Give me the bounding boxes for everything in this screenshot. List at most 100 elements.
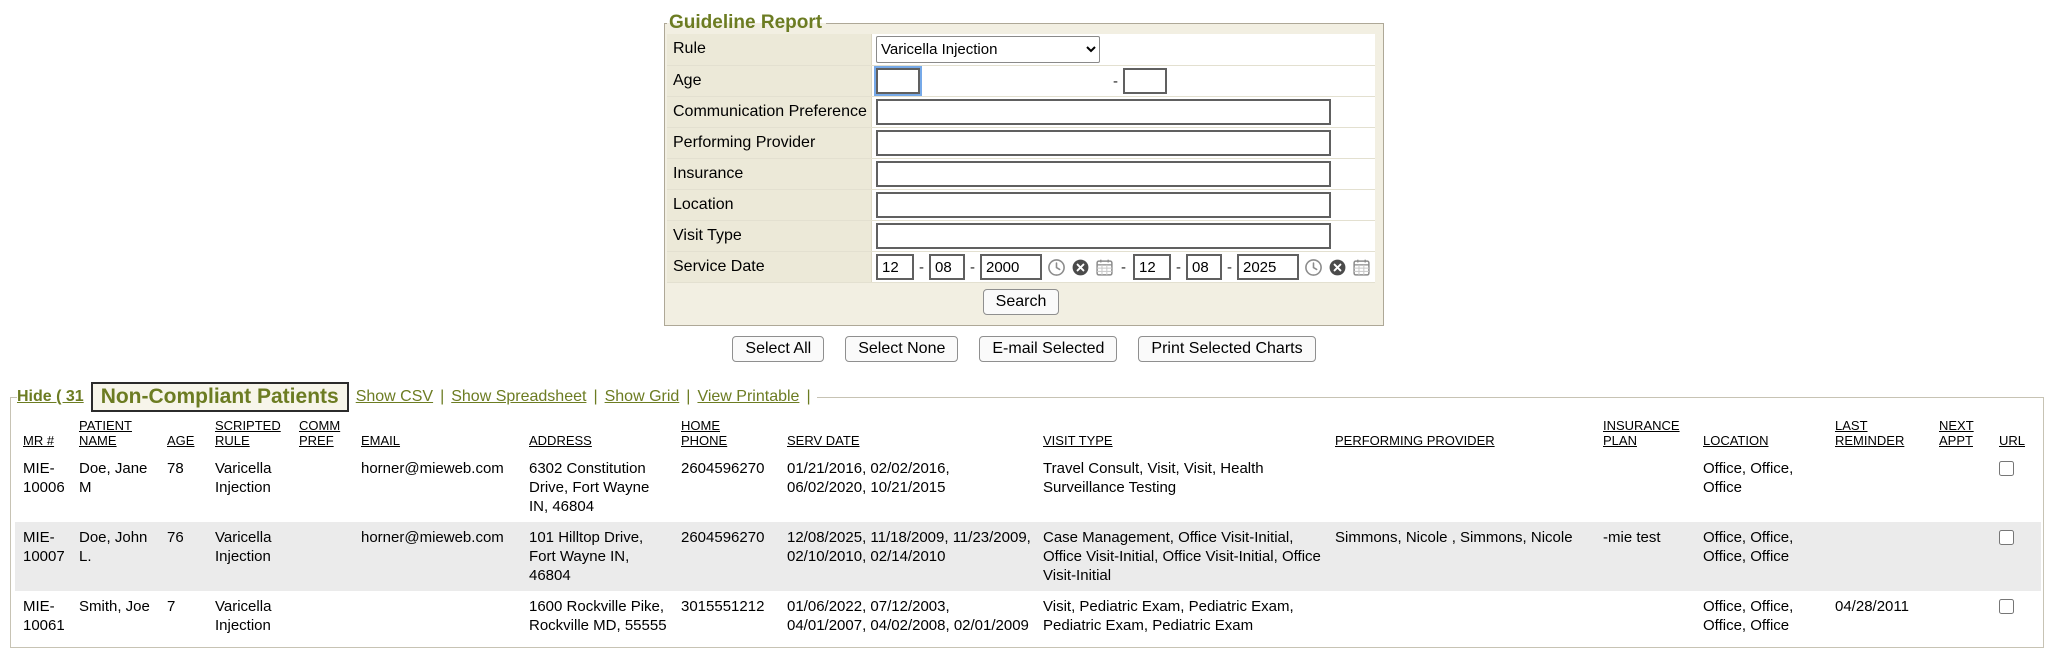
section-title: Non-Compliant Patients	[91, 382, 349, 412]
hide-link[interactable]: Hide ( 31	[17, 388, 84, 406]
col-header-mr: MR #	[15, 416, 79, 453]
cell-comm-pref	[299, 522, 361, 591]
service-date-to-clear-icon[interactable]	[1328, 258, 1347, 277]
cell-address: 1600 Rockville Pike, Rockville MD, 55555	[529, 591, 681, 641]
cell-next-appt	[1939, 591, 1999, 641]
guideline-report-section: Guideline Report Rule Varicella Injectio…	[0, 0, 2048, 326]
age-to-input[interactable]	[1123, 68, 1167, 94]
cell-serv-date: 12/08/2025, 11/18/2009, 11/23/2009, 02/1…	[787, 522, 1043, 591]
performing-provider-input[interactable]	[876, 130, 1331, 156]
visit-type-label: Visit Type	[667, 221, 872, 251]
performing-provider-label: Performing Provider	[667, 128, 872, 158]
patient-row: MIE-10007 Doe, John L. 76 Varicella Inje…	[15, 522, 2041, 591]
link-separator: |	[806, 388, 810, 406]
col-header-scripted-rule: SCRIPTED RULE	[215, 416, 299, 453]
form-row-age: Age -	[667, 66, 1375, 97]
cell-insurance-plan	[1603, 591, 1703, 641]
sort-link-next-appt[interactable]: NEXT APPT	[1939, 418, 1989, 448]
non-compliant-patients-legend: Hide ( 31 Non-Compliant Patients Show CS…	[17, 382, 817, 412]
service-date-from-calendar-icon[interactable]	[1095, 258, 1114, 277]
service-date-to-time-icon[interactable]	[1304, 258, 1323, 277]
date-part-dash: -	[1173, 259, 1184, 276]
sort-link-age[interactable]: AGE	[167, 433, 194, 448]
cell-serv-date: 01/06/2022, 07/12/2003, 04/01/2007, 04/0…	[787, 591, 1043, 641]
cell-home-phone: 2604596270	[681, 453, 787, 522]
age-from-input[interactable]	[876, 68, 920, 94]
row-select-checkbox[interactable]	[1999, 530, 2014, 545]
sort-link-insurance-plan[interactable]: INSURANCE PLAN	[1603, 418, 1683, 448]
col-header-age: AGE	[167, 416, 215, 453]
cell-visit-type: Travel Consult, Visit, Visit, Health Sur…	[1043, 453, 1335, 522]
insurance-input[interactable]	[876, 161, 1331, 187]
date-part-dash: -	[1224, 259, 1235, 276]
row-select-checkbox[interactable]	[1999, 461, 2014, 476]
col-header-next-appt: NEXT APPT	[1939, 416, 1999, 453]
form-row-communication-preference: Communication Preference	[667, 97, 1375, 128]
sort-link-performing-provider[interactable]: PERFORMING PROVIDER	[1335, 433, 1495, 448]
cell-email	[361, 591, 529, 641]
service-date-to-year-input[interactable]	[1237, 254, 1299, 280]
show-spreadsheet-link[interactable]: Show Spreadsheet	[451, 388, 586, 406]
cell-last-reminder: 04/28/2011	[1835, 591, 1939, 641]
cell-patient-name: Doe, Jane M	[79, 453, 167, 522]
cell-performing-provider	[1335, 453, 1603, 522]
cell-next-appt	[1939, 453, 1999, 522]
selection-actions: Select All Select None E-mail Selected P…	[0, 336, 2048, 362]
cell-last-reminder	[1835, 522, 1939, 591]
communication-preference-input[interactable]	[876, 99, 1331, 125]
service-date-to-day-input[interactable]	[1186, 254, 1222, 280]
sort-link-url[interactable]: URL	[1999, 433, 2025, 448]
service-date-to-calendar-icon[interactable]	[1352, 258, 1371, 277]
location-input[interactable]	[876, 192, 1331, 218]
email-selected-button[interactable]: E-mail Selected	[979, 336, 1117, 362]
cell-insurance-plan	[1603, 453, 1703, 522]
insurance-label: Insurance	[667, 159, 872, 189]
cell-home-phone: 3015551212	[681, 591, 787, 641]
sort-link-email[interactable]: EMAIL	[361, 433, 400, 448]
view-printable-link[interactable]: View Printable	[697, 388, 799, 406]
rule-select[interactable]: Varicella Injection	[876, 36, 1100, 63]
service-date-label: Service Date	[667, 252, 872, 282]
cell-performing-provider: Simmons, Nicole , Simmons, Nicole	[1335, 522, 1603, 591]
print-selected-charts-button[interactable]: Print Selected Charts	[1138, 336, 1315, 362]
sort-link-visit-type[interactable]: VISIT TYPE	[1043, 433, 1113, 448]
visit-type-input[interactable]	[876, 223, 1331, 249]
row-select-checkbox[interactable]	[1999, 599, 2014, 614]
service-date-from-month-input[interactable]	[876, 254, 914, 280]
col-header-comm-pref: COMM PREF	[299, 416, 361, 453]
service-date-from-time-icon[interactable]	[1047, 258, 1066, 277]
cell-last-reminder	[1835, 453, 1939, 522]
form-row-performing-provider: Performing Provider	[667, 128, 1375, 159]
col-header-email: EMAIL	[361, 416, 529, 453]
service-date-from-clear-icon[interactable]	[1071, 258, 1090, 277]
col-header-address: ADDRESS	[529, 416, 681, 453]
service-date-from-day-input[interactable]	[929, 254, 965, 280]
location-label: Location	[667, 190, 872, 220]
sort-link-last-reminder[interactable]: LAST REMINDER	[1835, 418, 1907, 448]
sort-link-serv-date[interactable]: SERV DATE	[787, 433, 859, 448]
select-all-button[interactable]: Select All	[732, 336, 824, 362]
sort-link-mr[interactable]: MR #	[23, 433, 54, 448]
cell-address: 101 Hilltop Drive, Fort Wayne IN, 46804	[529, 522, 681, 591]
select-none-button[interactable]: Select None	[845, 336, 958, 362]
search-button[interactable]: Search	[983, 289, 1060, 315]
sort-link-scripted-rule[interactable]: SCRIPTED RULE	[215, 418, 289, 448]
cell-patient-name: Doe, John L.	[79, 522, 167, 591]
col-header-insurance-plan: INSURANCE PLAN	[1603, 416, 1703, 453]
service-date-from-year-input[interactable]	[980, 254, 1042, 280]
cell-serv-date: 01/21/2016, 02/02/2016, 06/02/2020, 10/2…	[787, 453, 1043, 522]
sort-link-location[interactable]: LOCATION	[1703, 433, 1769, 448]
cell-insurance-plan: -mie test	[1603, 522, 1703, 591]
sort-link-home-phone[interactable]: HOME PHONE	[681, 418, 733, 448]
cell-visit-type: Visit, Pediatric Exam, Pediatric Exam, P…	[1043, 591, 1335, 641]
sort-link-patient-name[interactable]: PATIENT NAME	[79, 418, 141, 448]
cell-scripted-rule: Varicella Injection	[215, 453, 299, 522]
sort-link-address[interactable]: ADDRESS	[529, 433, 592, 448]
form-row-visit-type: Visit Type	[667, 221, 1375, 252]
show-csv-link[interactable]: Show CSV	[356, 388, 433, 406]
service-date-to-month-input[interactable]	[1133, 254, 1171, 280]
sort-link-comm-pref[interactable]: COMM PREF	[299, 418, 351, 448]
show-grid-link[interactable]: Show Grid	[605, 388, 680, 406]
guideline-report-form: Guideline Report Rule Varicella Injectio…	[664, 12, 1384, 326]
cell-mr: MIE-10007	[15, 522, 79, 591]
